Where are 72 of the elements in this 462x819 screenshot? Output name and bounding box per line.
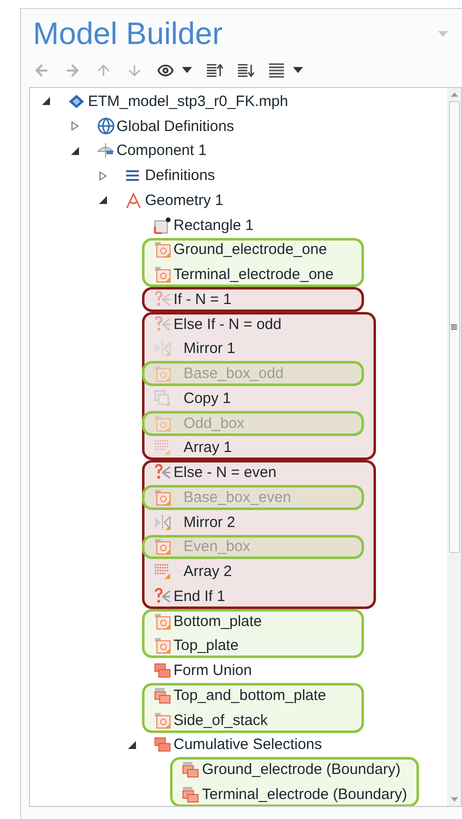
selection-icon [154,538,170,556]
copy-icon [154,390,170,407]
scroll-down-icon[interactable] [450,797,458,802]
tree-item[interactable]: Definitions [145,168,216,184]
expand-arrow-icon[interactable] [70,121,78,132]
selection-icon [154,612,170,630]
tree-item[interactable]: ETM_model_stp3_r0_FK.mph [88,94,288,109]
expand-all-icon[interactable] [237,62,254,78]
component-icon [96,142,114,160]
tree-item[interactable]: Array 2 [184,564,232,580]
branch-icon [154,588,170,605]
tree-item[interactable]: Else - N = even [174,465,276,480]
tree-item[interactable]: If - N = 1 [174,292,232,307]
tree-item[interactable]: Ground_electrode (Boundary) [202,762,400,778]
tree-item[interactable]: Global Definitions [116,118,234,134]
selection-icon [154,637,170,654]
tree-item[interactable]: Ground_electrode_one [174,242,327,258]
selection-icon [154,365,170,382]
collapse-arrow-icon[interactable] [42,97,50,106]
selection-icon [154,241,170,258]
branch-icon [154,464,170,482]
tree-item[interactable]: Bottom_plate [174,614,262,629]
branch-icon [154,290,170,308]
selection-icon [154,686,170,704]
array-icon [154,439,170,456]
scroll-thumb[interactable] [448,101,460,553]
union-icon [154,736,170,754]
union-icon [154,662,170,680]
selection-icon [154,414,170,432]
tree-item[interactable]: Mirror 2 [184,514,236,530]
selection-icon [154,712,170,729]
scroll-up-icon[interactable] [450,92,458,97]
collapse-all-icon[interactable] [206,62,223,78]
selection-icon [154,266,170,284]
tree-item[interactable]: Form Union [174,663,252,678]
rectangle-icon [154,216,170,234]
tree-item[interactable]: Cumulative Selections [174,737,322,752]
eye-icon[interactable] [157,62,174,78]
grip-icon [451,324,457,330]
tree-item[interactable]: Top_and_bottom_plate [174,688,326,703]
tree-item[interactable]: Side_of_stack [174,712,268,728]
branch-icon [154,316,170,333]
tree-item[interactable]: Terminal_electrode (Boundary) [202,786,408,802]
geometry-icon [125,192,142,209]
tree-item[interactable]: Rectangle 1 [174,218,254,233]
mirror-icon [154,514,170,531]
tree-item[interactable]: Geometry 1 [145,192,224,208]
selection-icon [182,786,199,803]
model-icon [68,92,85,110]
collapse-arrow-icon[interactable] [99,196,107,204]
tree-item[interactable]: Terminal_electrode_one [174,267,334,282]
panel-title: Model Builder [33,14,223,53]
mirror-icon [154,340,170,358]
array-icon [154,563,170,580]
caret-icon[interactable] [293,67,303,73]
selection-icon [182,761,199,778]
tree-item[interactable]: Top_plate [174,638,239,654]
list-icon [125,168,140,184]
tree-item[interactable]: Component 1 [116,143,207,158]
tree-item[interactable]: Else If - N = odd [174,316,282,332]
tree-item[interactable]: Array 1 [184,440,232,456]
scrollbar[interactable] [447,88,461,806]
selection-icon [154,488,170,506]
tree-item[interactable]: Mirror 1 [184,341,236,356]
collapse-arrow-icon[interactable] [70,146,78,155]
caret-icon[interactable] [182,67,192,73]
tree-item[interactable]: End If 1 [174,588,226,604]
tree-item[interactable]: Copy 1 [184,390,232,406]
globe-icon [96,117,114,136]
collapse-arrow-icon[interactable] [128,740,136,749]
list-view-icon[interactable] [268,62,285,78]
expand-arrow-icon[interactable] [99,170,107,181]
